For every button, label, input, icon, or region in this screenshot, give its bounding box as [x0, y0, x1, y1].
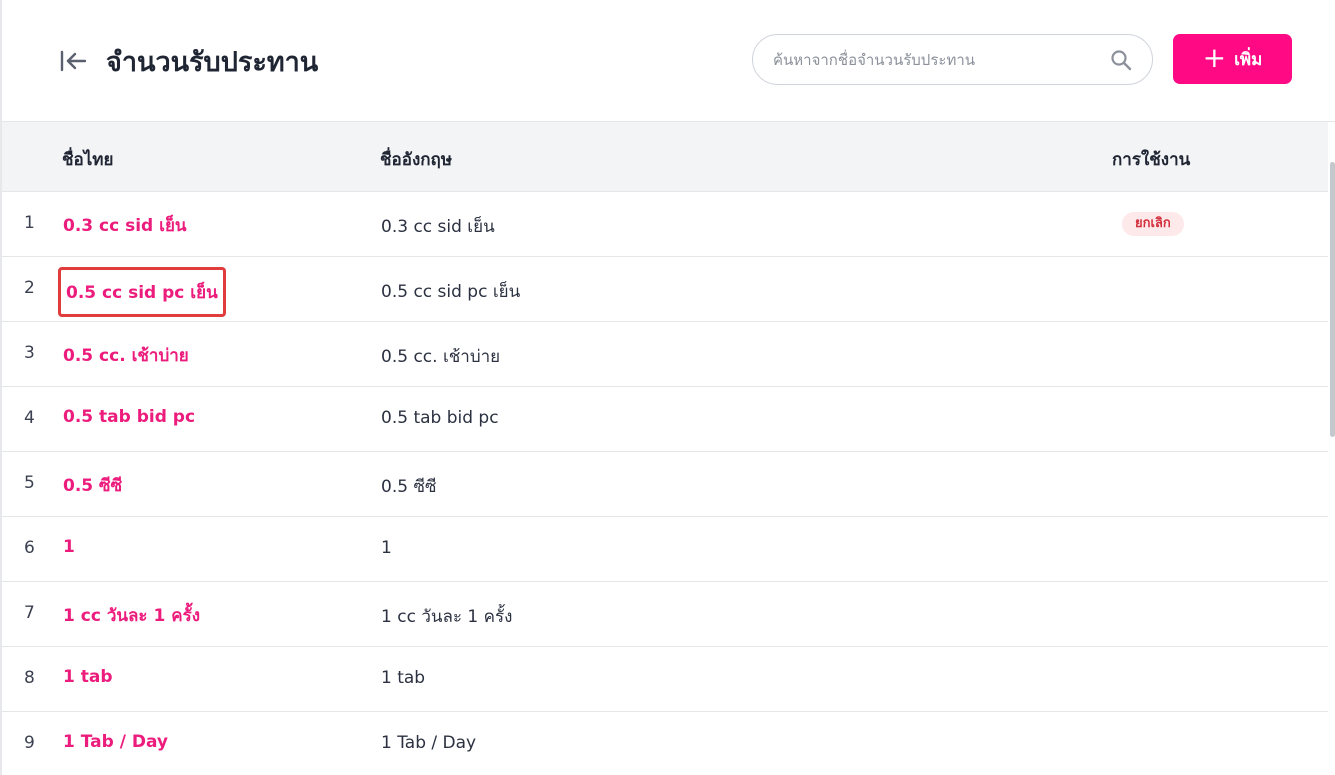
column-header-usage: การใช้งาน — [1112, 150, 1191, 170]
table-body: 1 0.3 cc sid เย็น 0.3 cc sid เย็น ยกเลิก… — [2, 192, 1328, 775]
search-input[interactable] — [773, 47, 1093, 73]
thai-name-link[interactable]: 1 tab — [63, 667, 113, 687]
collapse-button[interactable] — [58, 48, 88, 74]
table-header: ชื่อไทย ชื่ออังกฤษ การใช้งาน — [2, 122, 1328, 192]
table-row[interactable]: 8 1 tab 1 tab — [2, 647, 1328, 712]
collapse-left-icon — [60, 50, 87, 72]
app-window: จำนวนรับประทาน + เพิ่ม ชื่อไทย ชื่ออังกฤ… — [0, 0, 1335, 775]
column-header-thai-name: ชื่อไทย — [62, 150, 114, 170]
english-name: 1 — [381, 538, 392, 558]
table-row[interactable]: 9 1 Tab / Day 1 Tab / Day — [2, 712, 1328, 775]
thai-name-link[interactable]: 0.3 cc sid เย็น — [63, 212, 187, 239]
table-row[interactable]: 3 0.5 cc. เช้าบ่าย 0.5 cc. เช้าบ่าย — [2, 322, 1328, 387]
row-index: 3 — [24, 343, 35, 363]
add-button-label: เพิ่ม — [1234, 49, 1263, 70]
row-index: 2 — [24, 278, 35, 298]
table-row[interactable]: 6 1 1 — [2, 517, 1328, 582]
row-index: 1 — [24, 213, 35, 233]
table-row[interactable]: 1 0.3 cc sid เย็น 0.3 cc sid เย็น ยกเลิก — [2, 192, 1328, 257]
english-name: 0.5 ซีซี — [381, 477, 437, 497]
vertical-scrollbar[interactable] — [1328, 122, 1335, 775]
thai-name-link[interactable]: 0.5 ซีซี — [63, 472, 122, 499]
english-name: 1 cc วันละ 1 ครั้ง — [381, 607, 513, 627]
english-name: 1 Tab / Day — [381, 733, 477, 753]
english-name: 0.5 cc sid pc เย็น — [381, 282, 521, 302]
table-row[interactable]: 7 1 cc วันละ 1 ครั้ง 1 cc วันละ 1 ครั้ง — [2, 582, 1328, 647]
english-name: 0.5 tab bid pc — [381, 408, 499, 428]
table-row[interactable]: 4 0.5 tab bid pc 0.5 tab bid pc — [2, 387, 1328, 452]
page-header: จำนวนรับประทาน + เพิ่ม — [2, 0, 1335, 122]
thai-name-link[interactable]: 1 cc วันละ 1 ครั้ง — [63, 602, 200, 629]
status-badge: ยกเลิก — [1122, 212, 1184, 236]
add-button[interactable]: + เพิ่ม — [1173, 34, 1292, 84]
thai-name-link[interactable]: 0.5 cc sid pc เย็น — [58, 267, 226, 317]
thai-name-link[interactable]: 0.5 tab bid pc — [63, 407, 195, 427]
table-row[interactable]: 2 0.5 cc sid pc เย็น 0.5 cc sid pc เย็น — [2, 257, 1328, 322]
row-index: 7 — [24, 603, 35, 623]
thai-name-link[interactable]: 1 — [63, 537, 75, 557]
column-header-english-name: ชื่ออังกฤษ — [380, 150, 453, 170]
row-index: 4 — [24, 408, 35, 428]
row-index: 8 — [24, 668, 35, 688]
english-name: 0.3 cc sid เย็น — [381, 217, 495, 237]
search-box[interactable] — [752, 34, 1153, 85]
thai-name-link[interactable]: 1 Tab / Day — [63, 732, 168, 752]
thai-name-link[interactable]: 0.5 cc. เช้าบ่าย — [63, 342, 189, 369]
row-index: 6 — [24, 538, 35, 558]
table-row[interactable]: 5 0.5 ซีซี 0.5 ซีซี — [2, 452, 1328, 517]
english-name: 0.5 cc. เช้าบ่าย — [381, 347, 501, 367]
search-icon[interactable] — [1110, 49, 1132, 71]
row-index: 5 — [24, 473, 35, 493]
english-name: 1 tab — [381, 668, 426, 688]
page-title: จำนวนรับประทาน — [106, 47, 319, 78]
scrollbar-thumb[interactable] — [1330, 162, 1335, 437]
plus-icon: + — [1202, 40, 1227, 74]
row-index: 9 — [24, 733, 35, 753]
